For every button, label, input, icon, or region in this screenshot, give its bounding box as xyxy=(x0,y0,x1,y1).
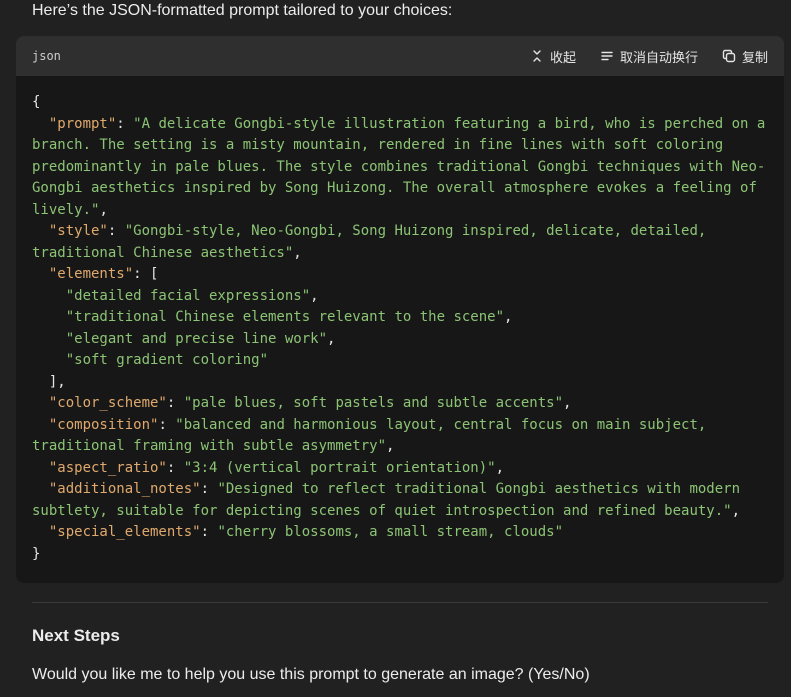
json-punctuation xyxy=(32,331,66,347)
json-key: "aspect_ratio" xyxy=(48,459,167,476)
json-punctuation: , xyxy=(310,287,319,304)
json-punctuation xyxy=(32,223,49,239)
json-string: "A delicate Gongbi-style illustration fe… xyxy=(32,115,774,218)
code-block-header: json 收起 取消自动换行 复制 xyxy=(16,36,784,76)
json-punctuation xyxy=(32,309,66,325)
json-key: "composition" xyxy=(48,416,159,433)
code-line: "soft gradient coloring" xyxy=(32,350,768,372)
code-line: "style": "Gongbi-style, Neo-Gongbi, Song… xyxy=(32,221,768,264)
json-punctuation xyxy=(32,524,49,540)
copy-icon xyxy=(722,49,736,63)
code-line: "prompt": "A delicate Gongbi-style illus… xyxy=(32,114,768,222)
json-punctuation: : xyxy=(166,395,184,411)
code-line: "color_scheme": "pale blues, soft pastel… xyxy=(32,393,768,415)
json-punctuation: , xyxy=(495,459,505,476)
json-key: "color_scheme" xyxy=(48,395,167,411)
json-string: "cherry blossoms, a small stream, clouds… xyxy=(217,524,564,540)
code-language-label: json xyxy=(32,49,61,63)
json-punctuation xyxy=(32,352,66,368)
json-punctuation xyxy=(32,417,49,433)
json-punctuation xyxy=(32,266,49,282)
json-key: "additional_notes" xyxy=(48,481,201,497)
json-string: "Gongbi-style, Neo-Gongbi, Song Huizong … xyxy=(32,223,715,261)
collapse-button[interactable]: 收起 xyxy=(530,47,576,66)
json-punctuation: , xyxy=(504,309,513,325)
json-string: "pale blues, soft pastels and subtle acc… xyxy=(183,395,564,411)
json-punctuation xyxy=(32,288,66,304)
code-line: ], xyxy=(32,372,768,394)
json-string: "elegant and precise line work" xyxy=(65,330,328,347)
json-punctuation: { xyxy=(32,94,41,110)
collapse-label: 收起 xyxy=(549,49,576,65)
json-punctuation xyxy=(32,481,49,497)
json-punctuation: : [ xyxy=(133,266,159,282)
code-line: "detailed facial expressions", xyxy=(32,286,768,308)
json-punctuation: , xyxy=(563,395,572,411)
json-punctuation: : xyxy=(166,459,184,476)
code-line: } xyxy=(32,544,768,566)
json-punctuation xyxy=(32,395,49,411)
intro-text: Here’s the JSON-formatted prompt tailore… xyxy=(32,2,453,19)
code-line: "special_elements": "cherry blossoms, a … xyxy=(32,522,768,544)
json-string: "3:4 (vertical portrait orientation)" xyxy=(183,459,496,476)
code-line: "aspect_ratio": "3:4 (vertical portrait … xyxy=(32,458,768,480)
next-steps-question: Would you like me to help you use this p… xyxy=(32,666,590,683)
code-line: "composition": "balanced and harmonious … xyxy=(32,415,768,458)
json-key: "prompt" xyxy=(48,115,117,132)
json-string: "traditional Chinese elements relevant t… xyxy=(65,309,505,325)
json-punctuation: : xyxy=(158,416,176,433)
wrap-lines-icon xyxy=(600,49,614,63)
copy-button[interactable]: 复制 xyxy=(722,47,768,66)
code-line: "additional_notes": "Designed to reflect… xyxy=(32,479,768,522)
json-key: "style" xyxy=(48,223,108,239)
json-punctuation xyxy=(32,116,49,132)
code-content: { "prompt": "A delicate Gongbi-style ill… xyxy=(16,76,784,581)
divider xyxy=(32,602,768,603)
code-line: "traditional Chinese elements relevant t… xyxy=(32,307,768,329)
json-punctuation: , xyxy=(293,244,302,261)
json-punctuation: ], xyxy=(32,373,66,390)
json-punctuation: , xyxy=(327,330,336,347)
code-actions: 收起 取消自动换行 复制 xyxy=(530,47,768,66)
json-key: "special_elements" xyxy=(48,524,201,540)
json-punctuation xyxy=(32,460,49,476)
json-punctuation: : xyxy=(107,223,125,239)
code-line: "elements": [ xyxy=(32,264,768,286)
toggle-wrap-button[interactable]: 取消自动换行 xyxy=(600,47,698,66)
json-punctuation: , xyxy=(99,201,108,218)
json-punctuation: : xyxy=(200,524,218,540)
json-string: "detailed facial expressions" xyxy=(65,287,311,304)
code-block: json 收起 取消自动换行 复制 {"prompt": "A delicat… xyxy=(16,36,784,583)
next-steps-heading: Next Steps xyxy=(32,626,120,645)
collapse-icon xyxy=(530,49,544,63)
toggle-wrap-label: 取消自动换行 xyxy=(619,49,698,65)
code-line: "elegant and precise line work", xyxy=(32,329,768,351)
code-line: { xyxy=(32,92,768,114)
json-punctuation: , xyxy=(386,438,395,454)
json-punctuation: } xyxy=(32,545,41,562)
json-punctuation: : xyxy=(116,115,134,132)
json-punctuation: , xyxy=(731,502,741,519)
json-string: "soft gradient coloring" xyxy=(65,352,269,368)
json-key: "elements" xyxy=(48,266,134,282)
json-punctuation: : xyxy=(200,481,218,497)
copy-label: 复制 xyxy=(741,49,768,65)
